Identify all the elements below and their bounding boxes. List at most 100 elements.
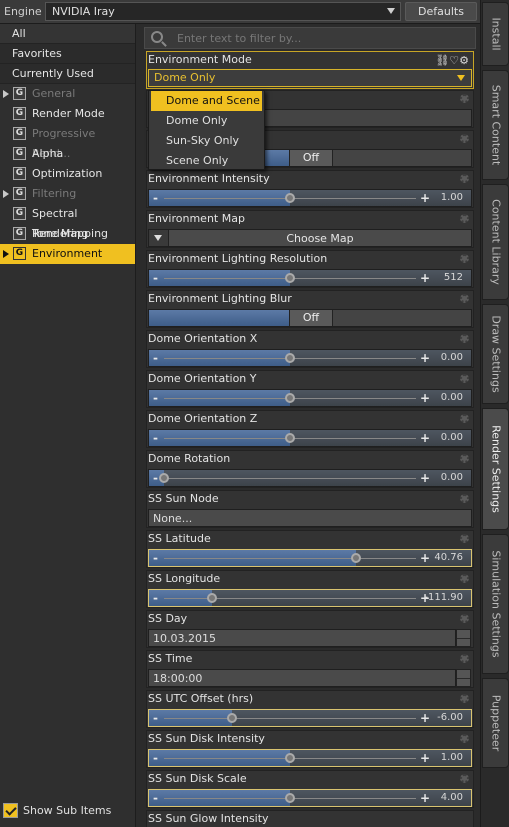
decrement-button[interactable]: - — [153, 751, 158, 765]
increment-button[interactable]: + — [420, 551, 430, 565]
slider-value[interactable]: 4.00 — [441, 792, 463, 803]
tab-draw-settings[interactable]: Draw Settings — [482, 304, 509, 404]
environment-mode-select[interactable]: Dome Only — [148, 69, 472, 87]
slider-knob[interactable] — [285, 393, 295, 403]
gear-icon[interactable] — [460, 454, 469, 463]
slider-value[interactable]: -6.00 — [437, 712, 463, 723]
increment-button[interactable]: + — [420, 351, 430, 365]
gear-icon[interactable] — [460, 654, 469, 663]
slider-knob[interactable] — [285, 353, 295, 363]
gear-icon[interactable] — [460, 614, 469, 623]
gear-icon[interactable] — [460, 534, 469, 543]
category-tone-mapping[interactable]: G Tone Mapping — [0, 224, 135, 244]
expand-arrow-icon[interactable] — [3, 250, 9, 258]
slider-knob[interactable] — [285, 273, 295, 283]
defaults-button[interactable]: Defaults — [405, 2, 477, 21]
increment-button[interactable]: + — [420, 271, 430, 285]
gear-icon[interactable] — [460, 174, 469, 183]
slider-value[interactable]: 40.76 — [434, 552, 463, 563]
gear-icon[interactable] — [460, 334, 469, 343]
slider-knob[interactable] — [227, 713, 238, 723]
decrement-button[interactable]: - — [153, 791, 158, 805]
slider-value[interactable]: 0.00 — [441, 392, 463, 403]
category-progressive-rendering[interactable]: G Progressive Rend... — [0, 124, 135, 160]
tab-puppeteer[interactable]: Puppeteer — [482, 678, 509, 768]
tab-smart-content[interactable]: Smart Content — [482, 70, 509, 180]
show-sub-items-checkbox[interactable] — [3, 803, 18, 818]
category-optimization[interactable]: G Optimization — [0, 164, 135, 184]
slider-knob[interactable] — [285, 433, 295, 443]
gear-icon[interactable] — [460, 694, 469, 703]
gear-icon[interactable] — [460, 94, 469, 103]
slider-knob[interactable] — [285, 753, 295, 763]
spinner-buttons[interactable] — [456, 669, 471, 687]
decrement-button[interactable]: - — [153, 471, 158, 485]
ss-sun-node-field[interactable]: None... — [148, 509, 472, 527]
category-spectral-rendering[interactable]: G Spectral Rendering — [0, 204, 135, 240]
category-general[interactable]: G General — [0, 84, 135, 104]
gear-icon[interactable] — [460, 734, 469, 743]
ss-sun-disk-intensity-slider[interactable]: - + 1.00 — [148, 749, 472, 767]
environment-lighting-resolution-slider[interactable]: - + 512 — [148, 269, 472, 287]
dome-orientation-x-slider[interactable]: - + 0.00 — [148, 349, 472, 367]
tab-install[interactable]: Install — [482, 2, 509, 66]
decrement-button[interactable]: - — [153, 191, 158, 205]
expand-arrow-icon[interactable] — [3, 190, 9, 198]
increment-button[interactable]: + — [420, 471, 430, 485]
slider-value[interactable]: 1.00 — [441, 192, 463, 203]
dropdown-option-sun-sky-only[interactable]: Sun-Sky Only — [149, 131, 264, 151]
dropdown-option-dome-only[interactable]: Dome Only — [149, 111, 264, 131]
engine-select[interactable]: NVIDIA Iray — [45, 2, 401, 21]
tab-simulation-settings[interactable]: Simulation Settings — [482, 534, 509, 674]
ss-day-field[interactable]: 10.03.2015 — [148, 629, 456, 647]
search-icon[interactable] — [151, 31, 163, 43]
decrement-button[interactable]: - — [153, 271, 158, 285]
slider-knob[interactable] — [350, 553, 361, 563]
gear-icon[interactable] — [460, 774, 469, 783]
ss-time-field[interactable]: 18:00:00 — [148, 669, 456, 687]
gear-icon[interactable] — [460, 414, 469, 423]
decrement-button[interactable]: - — [153, 591, 158, 605]
choose-map-button[interactable]: Choose Map — [148, 229, 472, 247]
decrement-button[interactable]: - — [153, 351, 158, 365]
dome-orientation-z-slider[interactable]: - + 0.00 — [148, 429, 472, 447]
increment-button[interactable]: + — [420, 751, 430, 765]
decrement-button[interactable]: - — [153, 391, 158, 405]
environment-intensity-slider[interactable]: - + 1.00 — [148, 189, 472, 207]
filter-bar[interactable]: Enter text to filter by... — [144, 27, 476, 49]
slider-value[interactable]: 512 — [444, 272, 463, 283]
slider-value[interactable]: -111.90 — [424, 592, 463, 603]
gear-icon[interactable] — [460, 254, 469, 263]
dome-orientation-y-slider[interactable]: - + 0.00 — [148, 389, 472, 407]
dome-rotation-slider[interactable]: - + 0.00 — [148, 469, 472, 487]
ss-longitude-slider[interactable]: - + -111.90 — [148, 589, 472, 607]
ss-latitude-slider[interactable]: - + 40.76 — [148, 549, 472, 567]
slider-knob[interactable] — [206, 593, 217, 603]
ss-sun-disk-scale-slider[interactable]: - + 4.00 — [148, 789, 472, 807]
increment-button[interactable]: + — [420, 791, 430, 805]
slider-knob[interactable] — [285, 193, 295, 203]
dropdown-option-scene-only[interactable]: Scene Only — [149, 151, 264, 171]
gear-icon[interactable] — [460, 214, 469, 223]
property-options-icon[interactable]: ⛓♡⚙ — [435, 54, 469, 67]
chevron-down-icon[interactable] — [149, 230, 169, 246]
category-filtering[interactable]: G Filtering — [0, 184, 135, 204]
increment-button[interactable]: + — [420, 711, 430, 725]
expand-arrow-icon[interactable] — [3, 90, 9, 98]
increment-button[interactable]: + — [420, 191, 430, 205]
category-currently-used[interactable]: Currently Used — [0, 64, 135, 84]
spinner-buttons[interactable] — [456, 629, 471, 647]
decrement-button[interactable]: - — [153, 551, 158, 565]
slider-value[interactable]: 1.00 — [441, 752, 463, 763]
increment-button[interactable]: + — [420, 431, 430, 445]
gear-icon[interactable] — [460, 134, 469, 143]
increment-button[interactable]: + — [420, 391, 430, 405]
slider-value[interactable]: 0.00 — [441, 472, 463, 483]
decrement-button[interactable]: - — [153, 431, 158, 445]
slider-value[interactable]: 0.00 — [441, 432, 463, 443]
slider-knob[interactable] — [159, 473, 169, 483]
tab-render-settings[interactable]: Render Settings — [482, 408, 509, 530]
ss-utc-offset-slider[interactable]: - + -6.00 — [148, 709, 472, 727]
decrement-button[interactable]: - — [153, 711, 158, 725]
gear-icon[interactable] — [460, 294, 469, 303]
